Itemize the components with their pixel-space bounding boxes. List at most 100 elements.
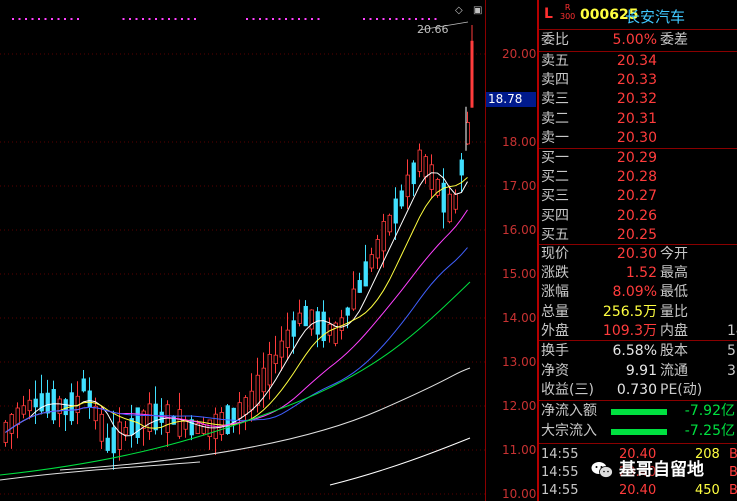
stock-name[interactable]: 长安汽车 xyxy=(625,6,685,27)
watermark: 基哥自留地 xyxy=(591,456,723,484)
stat-row: 外盘109.3万内盘14 xyxy=(541,322,737,339)
signal-dot xyxy=(194,18,196,20)
signal-dot xyxy=(31,18,34,20)
candle-body xyxy=(219,412,224,435)
stat-row: 涨幅 8.09% 最低 xyxy=(541,284,688,301)
flow-bar xyxy=(611,429,667,435)
signal-dot xyxy=(265,18,268,20)
signal-dot xyxy=(129,18,131,20)
candle-body xyxy=(243,397,248,415)
divider xyxy=(539,400,737,401)
candle-body xyxy=(470,40,474,108)
candle-body xyxy=(285,329,290,348)
buy-row: 买四 20.26 xyxy=(541,207,657,224)
signal-dot xyxy=(168,18,170,20)
signal-dot xyxy=(382,18,385,20)
signal-dot xyxy=(142,18,144,20)
candle-body xyxy=(303,305,308,327)
signal-dot xyxy=(278,18,281,20)
signal-dot xyxy=(395,18,398,20)
signal-dot xyxy=(155,18,157,20)
candle-body xyxy=(21,405,26,415)
window-toggle-icon[interactable]: ▣ xyxy=(473,5,482,16)
candle-body xyxy=(249,390,254,411)
sell-row: 卖一 20.30 xyxy=(541,129,657,146)
candle-body xyxy=(57,398,62,414)
buy-row: 买三 20.27 xyxy=(541,188,657,205)
candle-body xyxy=(99,413,104,442)
candle-body xyxy=(153,403,158,431)
candle-body xyxy=(273,354,278,364)
signal-dot xyxy=(187,18,190,20)
stat-row: 净资 9.91 流通 3 xyxy=(541,362,736,379)
signal-dot xyxy=(181,18,183,20)
signal-dot xyxy=(298,18,300,20)
candle-body xyxy=(291,320,296,337)
candle-body xyxy=(351,288,356,310)
flow-bar xyxy=(611,409,667,415)
signal-dot xyxy=(415,18,417,20)
index-tag: R 300 xyxy=(560,3,576,21)
axis-tick-label: 20.00 xyxy=(502,47,537,61)
signal-dot xyxy=(64,18,66,20)
stat-row: 收益(三) 0.730 PE(动) xyxy=(541,382,703,398)
candle-body xyxy=(279,340,284,358)
ma5-line xyxy=(5,172,468,437)
candle-body xyxy=(159,411,164,423)
ma30-line xyxy=(5,247,468,433)
candle-body xyxy=(105,437,110,451)
axis-tick-label: 13.00 xyxy=(502,355,537,369)
candle-body xyxy=(315,311,320,335)
candle-body xyxy=(339,317,344,331)
signal-dot xyxy=(311,18,313,20)
axis-tick-label: 15.00 xyxy=(502,267,537,281)
candle-body xyxy=(15,407,20,425)
sell-row: 卖四 20.33 xyxy=(541,72,657,89)
candle-body xyxy=(111,427,116,454)
signal-dot xyxy=(434,18,437,20)
signal-dot xyxy=(259,18,261,20)
sell-row: 卖二 20.31 xyxy=(541,110,657,127)
candle-body xyxy=(297,312,302,324)
signal-dot xyxy=(369,18,372,20)
candle-body xyxy=(405,174,410,198)
candle-body xyxy=(369,254,374,269)
candle-body xyxy=(399,190,404,207)
signal-dot xyxy=(304,18,307,20)
candle-body xyxy=(417,149,422,172)
kline-chart[interactable] xyxy=(0,0,537,501)
axis-tick-label: 12.00 xyxy=(502,399,537,413)
stock-header: L R 300 000625 长安汽车 xyxy=(539,0,737,30)
axis-tick-label: 11.00 xyxy=(502,443,537,457)
signal-dot xyxy=(376,18,378,20)
price-axis-line xyxy=(485,0,486,501)
axis-tick-label: 18.00 xyxy=(502,135,537,149)
peak-price-label: 20.66 xyxy=(417,23,449,36)
candle-body xyxy=(63,399,68,416)
candle-body xyxy=(411,162,416,185)
signal-dot xyxy=(402,18,404,20)
divider xyxy=(539,443,737,444)
candle-body xyxy=(9,414,14,434)
diamond-icon[interactable]: ◇ xyxy=(455,5,463,16)
candle-body xyxy=(345,307,350,316)
signal-dot xyxy=(51,18,53,20)
buy-row: 买一 20.29 xyxy=(541,150,657,166)
stat-row: 总量 256.5万 量比 xyxy=(541,303,688,320)
axis-tick-label: 17.00 xyxy=(502,179,537,193)
candle-body xyxy=(183,420,188,430)
axis-tick-label: 16.00 xyxy=(502,223,537,237)
candle-body xyxy=(447,193,452,223)
candle-body xyxy=(423,156,428,178)
candle-body xyxy=(381,220,386,252)
stat-row: 现价 20.30 今开 xyxy=(541,246,688,262)
signal-dot xyxy=(428,18,430,20)
signal-dot xyxy=(174,18,177,20)
signal-dot xyxy=(12,18,14,20)
candle-body xyxy=(81,378,86,392)
ma250-line xyxy=(329,437,471,486)
signal-dot xyxy=(363,18,365,20)
candle-body xyxy=(177,409,182,437)
signal-dot xyxy=(135,18,138,20)
signal-dot xyxy=(25,18,27,20)
